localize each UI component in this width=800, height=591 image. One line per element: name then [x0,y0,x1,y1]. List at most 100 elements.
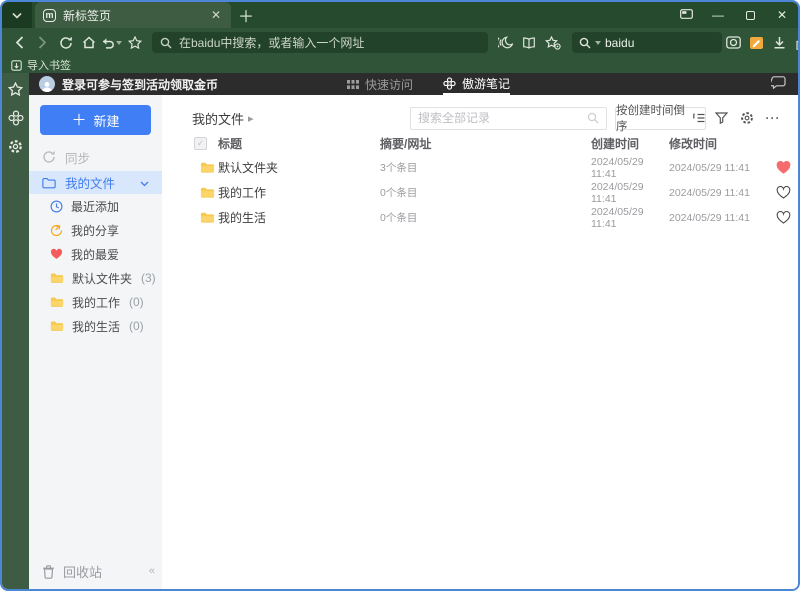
new-tab-button[interactable]: ＋ [231,2,261,28]
select-all-checkbox[interactable]: ✓ [194,136,207,150]
favorite-heart-icon[interactable] [776,211,791,224]
my-files-label: 我的文件 [65,177,116,191]
undo-dropdown-icon[interactable] [116,40,122,45]
download-icon [774,37,784,49]
table-row[interactable]: 默认文件夹 3个条目 2024/05/29 11:41 2024/05/29 1… [162,155,798,180]
login-banner[interactable]: 登录可参与签到活动领取金币 [62,76,218,93]
boss-key-button[interactable] [670,2,702,28]
grid-icon [347,79,359,89]
notes-search-box[interactable] [410,106,607,130]
filter-funnel-icon [714,112,728,124]
tab-quick-access[interactable]: 快速访问 [347,73,413,95]
item-count: (0) [129,295,144,309]
back-button[interactable] [8,31,31,55]
item-count: (3) [141,271,156,285]
content-toolbar: 我的文件 ▸ 按创建时间倒序 [162,95,798,133]
reload-button[interactable] [54,31,77,55]
maximize-button[interactable] [734,2,766,28]
favorites-manager-button[interactable] [542,31,564,55]
table-row[interactable]: 我的生活 0个条目 2024/05/29 11:41 2024/05/29 11… [162,205,798,230]
maximize-icon [745,10,755,20]
sidebar-item-my-work[interactable]: 我的工作 (0) [29,290,162,314]
address-bar[interactable]: 在baidu中搜索，或者输入一个网址 [152,32,488,53]
forward-button[interactable] [31,31,54,55]
sidebar-item-my-life[interactable]: 我的生活 (0) [29,314,162,338]
trash-icon [43,564,54,579]
column-title[interactable]: 标题 [218,135,380,152]
close-button[interactable]: ✕ [766,2,798,28]
avatar[interactable] [39,76,55,92]
import-bookmarks-button[interactable]: 导入书签 [27,57,71,73]
sidebar-item-my-shares[interactable]: 我的分享 [29,218,162,242]
note-icon [749,36,763,49]
view-settings-button[interactable] [736,107,758,130]
folder-icon [200,211,218,224]
page-area: 登录可参与签到活动领取金币 快速访问 傲游笔记 ＋ 新建 同步 我的文件 最近添… [2,73,798,589]
item-label: 我的工作 [72,295,121,310]
tab-list-dropdown-button[interactable] [2,2,32,28]
browser-tab-new-page[interactable]: m 新标签页 ✕ [35,2,231,28]
downloads-button[interactable] [768,31,790,55]
maxnote-strip-button[interactable] [7,109,24,126]
home-button[interactable] [77,31,100,55]
filter-button[interactable] [710,107,732,130]
chevron-down-icon[interactable] [140,176,149,190]
reading-mode-button[interactable] [518,31,540,55]
tab-maxnote[interactable]: 傲游笔记 [443,73,511,95]
folder-icon [200,161,218,174]
home-icon [82,36,95,49]
column-created[interactable]: 创建时间 [591,135,669,152]
left-edge-sidebar [2,73,29,589]
folder-icon [50,297,64,307]
folder-icon [200,186,218,199]
feedback-button[interactable] [769,76,786,94]
row-title: 我的工作 [218,186,267,200]
add-favorite-button[interactable] [123,31,146,55]
item-label: 我的分享 [71,223,120,238]
favorite-heart-icon[interactable] [776,161,791,174]
extensions-button[interactable] [791,31,798,55]
sidebar-item-my-favorites[interactable]: 我的最爱 [29,242,162,266]
quick-search-box[interactable]: baidu [572,32,722,53]
recycle-bin-label: 回收站 [63,565,103,580]
new-note-button[interactable]: ＋ 新建 [40,105,151,135]
sidebar-item-recently-added[interactable]: 最近添加 [29,194,162,218]
tab-close-icon[interactable]: ✕ [209,8,223,22]
quick-search-value: baidu [605,35,635,50]
more-actions-button[interactable]: ··· [762,107,784,130]
forward-icon [38,36,47,49]
minimize-button[interactable]: — [702,2,734,28]
column-modified[interactable]: 修改时间 [669,135,775,152]
notes-search-input[interactable] [418,111,587,125]
sync-icon [43,151,55,163]
settings-strip-button[interactable] [7,138,24,155]
browser-tab-bar: m 新标签页 ✕ ＋ — ✕ [2,2,798,28]
column-summary[interactable]: 摘要/网址 [380,135,591,152]
row-summary: 0个条目 [380,187,418,199]
favorite-heart-icon[interactable] [776,186,791,199]
screenshot-button[interactable] [722,31,744,55]
sidebar-item-my-files[interactable]: 我的文件 [29,171,162,194]
sync-button[interactable]: 同步 [29,143,162,171]
heart-icon [50,248,63,259]
browser-window: m 新标签页 ✕ ＋ — ✕ 在baidu中搜索，或者输入一个网址 baidu … [0,0,800,591]
sort-order-label: 按创建时间倒序 [616,105,685,133]
table-header: ✓ 标题 摘要/网址 创建时间 修改时间 [162,131,798,155]
item-label: 默认文件夹 [72,271,133,286]
read-aloud-button[interactable] [494,31,516,55]
gear-icon [741,112,753,124]
collapse-sidebar-button[interactable]: « [149,565,155,577]
sort-order-button[interactable]: 按创建时间倒序 [615,105,706,133]
tab-quick-access-label: 快速访问 [365,77,414,92]
sidebar-item-default-folder[interactable]: 默认文件夹 (3) [29,266,162,290]
favorites-strip-button[interactable] [7,80,24,97]
table-row[interactable]: 我的工作 0个条目 2024/05/29 11:41 2024/05/29 11… [162,180,798,205]
maxnote-button[interactable] [745,31,767,55]
page-content: 登录可参与签到活动领取金币 快速访问 傲游笔记 ＋ 新建 同步 我的文件 最近添… [29,73,798,589]
breadcrumb[interactable]: 我的文件 ▸ [192,109,254,128]
undo-button[interactable] [100,31,123,55]
search-engine-dropdown-icon[interactable] [595,40,601,45]
maxnote-clover-icon [443,76,456,90]
speech-bubble-icon [769,76,786,90]
recycle-bin-button[interactable]: 回收站 [42,562,102,581]
